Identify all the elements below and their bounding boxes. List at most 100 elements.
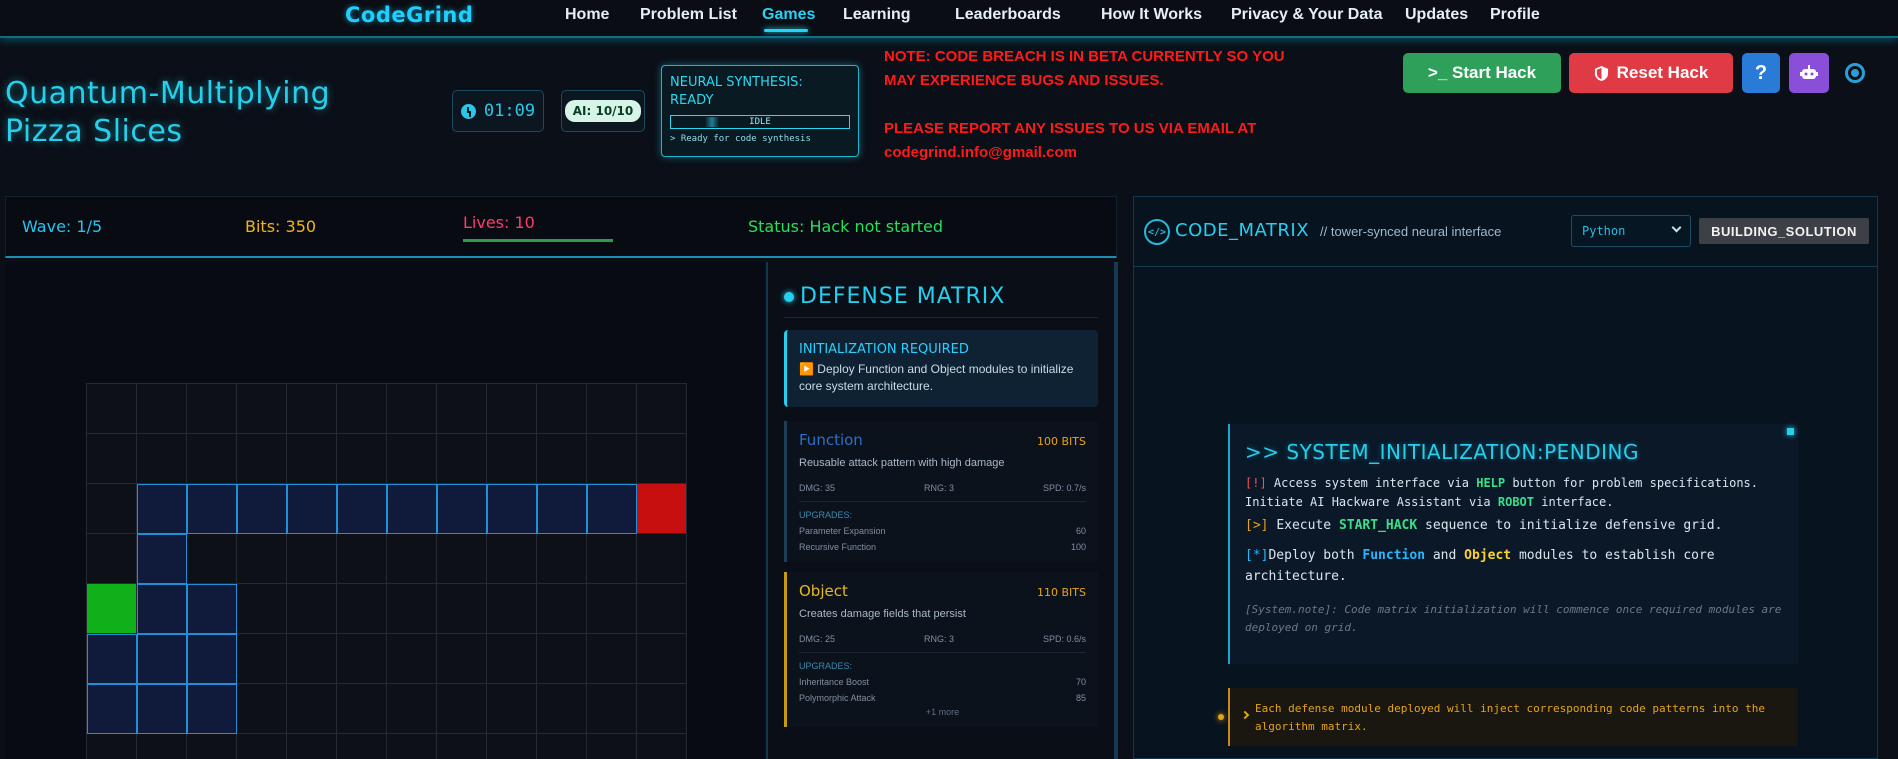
grid-cell[interactable]	[287, 684, 337, 734]
upgrade-row[interactable]: Polymorphic Attack 85	[799, 693, 1086, 703]
grid-cell[interactable]	[587, 384, 637, 434]
grid-cell[interactable]	[337, 684, 387, 734]
upgrade-row[interactable]: Recursive Function 100	[799, 542, 1086, 552]
grid-cell[interactable]	[437, 684, 487, 734]
grid-cell[interactable]	[137, 434, 187, 484]
grid-cell[interactable]	[237, 434, 287, 484]
grid-cell[interactable]	[637, 534, 687, 584]
nav-learning[interactable]: Learning	[843, 6, 911, 24]
grid-cell[interactable]	[387, 384, 437, 434]
grid-cell[interactable]	[187, 534, 237, 584]
grid-cell[interactable]	[337, 634, 387, 684]
robot-assistant-button[interactable]	[1789, 53, 1829, 93]
grid-cell[interactable]	[187, 434, 237, 484]
grid-cell[interactable]	[637, 584, 687, 634]
grid-cell[interactable]	[337, 384, 387, 434]
grid-cell[interactable]	[287, 584, 337, 634]
nav-home[interactable]: Home	[565, 6, 609, 24]
grid-cell[interactable]	[237, 684, 287, 734]
grid-cell[interactable]	[487, 684, 537, 734]
grid-cell[interactable]	[537, 584, 587, 634]
enemy-spawn-cell[interactable]	[87, 584, 137, 634]
grid-cell[interactable]	[287, 434, 337, 484]
nav-updates[interactable]: Updates	[1405, 6, 1468, 24]
grid-cell[interactable]	[537, 384, 587, 434]
grid-cell[interactable]	[637, 434, 687, 484]
grid-cell[interactable]	[587, 634, 637, 684]
grid-cell[interactable]	[387, 684, 437, 734]
grid-cell[interactable]	[437, 584, 487, 634]
brand-logo[interactable]: CodeGrind	[345, 3, 473, 27]
enemy-exit-cell[interactable]	[637, 484, 687, 534]
language-select[interactable]: Python	[1571, 215, 1691, 247]
grid-cell[interactable]	[437, 534, 487, 584]
grid-cell[interactable]	[587, 434, 637, 484]
grid-cell[interactable]	[237, 584, 287, 634]
grid-cell[interactable]	[587, 684, 637, 734]
grid-cell[interactable]	[87, 534, 137, 584]
grid-cell[interactable]	[487, 734, 537, 759]
grid-cell[interactable]	[87, 734, 137, 759]
upgrade-row[interactable]: Parameter Expansion 60	[799, 526, 1086, 536]
grid-cell[interactable]	[237, 534, 287, 584]
grid-cell[interactable]	[587, 534, 637, 584]
grid-cell[interactable]	[87, 484, 137, 534]
upgrade-row[interactable]: Inheritance Boost 70	[799, 677, 1086, 687]
grid-cell[interactable]	[437, 734, 487, 759]
grid-cell[interactable]	[187, 384, 237, 434]
nav-games[interactable]: Games	[762, 6, 815, 24]
grid-cell[interactable]	[487, 384, 537, 434]
grid-cell[interactable]	[237, 634, 287, 684]
grid-cell[interactable]	[637, 634, 687, 684]
grid-cell[interactable]	[637, 384, 687, 434]
grid-cell[interactable]	[287, 384, 337, 434]
grid-cell[interactable]	[487, 634, 537, 684]
grid-cell[interactable]	[637, 734, 687, 759]
grid-cell[interactable]	[387, 584, 437, 634]
grid-cell[interactable]	[437, 634, 487, 684]
grid-cell[interactable]	[287, 734, 337, 759]
grid-cell[interactable]	[587, 584, 637, 634]
grid-cell[interactable]	[387, 734, 437, 759]
nav-leaderboards[interactable]: Leaderboards	[955, 6, 1061, 24]
grid-cell[interactable]	[87, 384, 137, 434]
nav-privacy[interactable]: Privacy & Your Data	[1231, 6, 1382, 24]
grid-cell[interactable]	[87, 434, 137, 484]
tower-grid[interactable]	[86, 383, 687, 759]
function-module-card[interactable]: Function 100 BITS Reusable attack patter…	[784, 421, 1098, 562]
gear-icon[interactable]	[1845, 63, 1865, 83]
grid-cell[interactable]	[387, 634, 437, 684]
grid-cell[interactable]	[137, 384, 187, 434]
grid-cell[interactable]	[337, 584, 387, 634]
grid-cell[interactable]	[537, 534, 587, 584]
grid-cell[interactable]	[387, 434, 437, 484]
grid-cell[interactable]	[337, 434, 387, 484]
grid-cell[interactable]	[537, 734, 587, 759]
object-module-card[interactable]: Object 110 BITS Creates damage fields th…	[784, 572, 1098, 727]
grid-cell[interactable]	[237, 734, 287, 759]
grid-cell[interactable]	[437, 434, 487, 484]
grid-cell[interactable]	[337, 534, 387, 584]
nav-problem-list[interactable]: Problem List	[640, 6, 737, 24]
grid-cell[interactable]	[287, 534, 337, 584]
grid-cell[interactable]	[537, 634, 587, 684]
reset-hack-button[interactable]: Reset Hack	[1569, 53, 1733, 93]
grid-cell[interactable]	[587, 734, 637, 759]
start-hack-button[interactable]: >_ Start Hack	[1403, 53, 1561, 93]
grid-cell[interactable]	[287, 634, 337, 684]
grid-cell[interactable]	[537, 684, 587, 734]
grid-cell[interactable]	[137, 734, 187, 759]
grid-cell[interactable]	[487, 434, 537, 484]
help-button[interactable]: ?	[1742, 53, 1780, 93]
grid-cell[interactable]	[537, 434, 587, 484]
grid-cell[interactable]	[187, 734, 237, 759]
grid-cell[interactable]	[437, 384, 487, 434]
grid-cell[interactable]	[637, 684, 687, 734]
grid-cell[interactable]	[487, 584, 537, 634]
grid-cell[interactable]	[237, 384, 287, 434]
grid-cell[interactable]	[487, 534, 537, 584]
grid-cell[interactable]	[337, 734, 387, 759]
grid-cell[interactable]	[387, 534, 437, 584]
nav-profile[interactable]: Profile	[1490, 6, 1540, 24]
nav-how-it-works[interactable]: How It Works	[1101, 6, 1202, 24]
